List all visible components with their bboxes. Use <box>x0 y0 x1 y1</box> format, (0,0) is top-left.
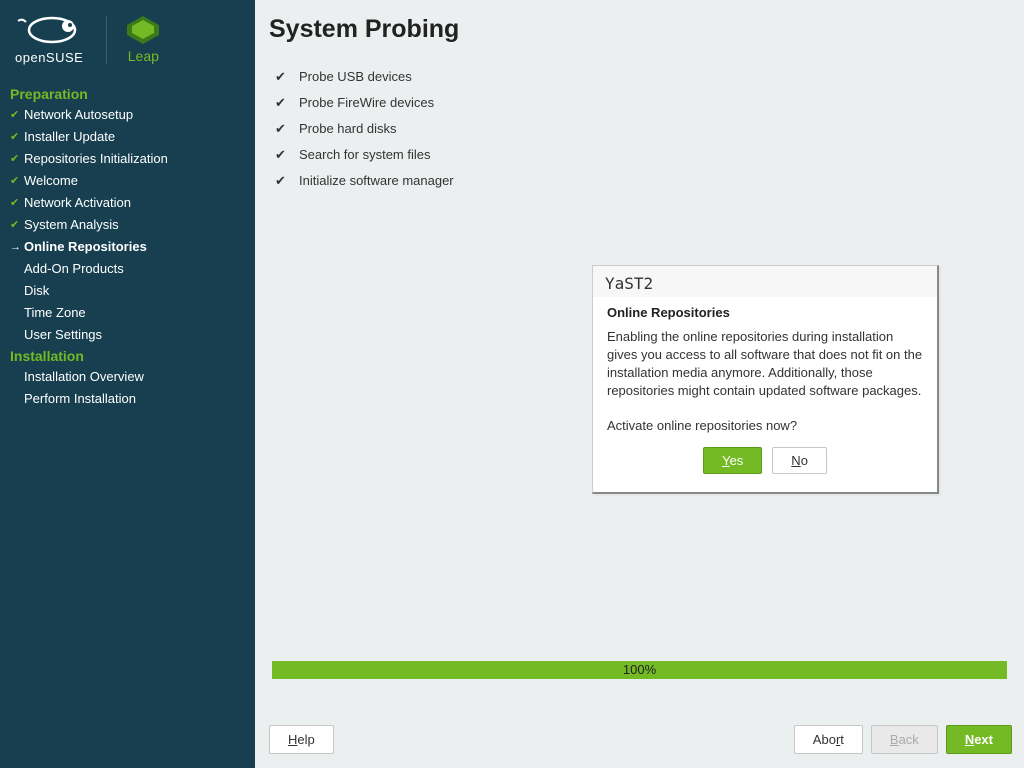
nav-section-installation: Installation <box>10 346 245 366</box>
nav: Preparation Network Autosetup Installer … <box>0 80 255 414</box>
leap-logo: Leap <box>106 16 159 64</box>
next-button[interactable]: Next <box>946 725 1012 754</box>
nav-item-disk: Disk <box>10 280 245 302</box>
help-button[interactable]: Help <box>269 725 334 754</box>
dialog-text: Enabling the online repositories during … <box>607 328 923 400</box>
dialog-question: Activate online repositories now? <box>607 418 923 433</box>
probe-label: Initialize software manager <box>299 172 454 190</box>
dialog-window-title: YaST2 <box>593 266 937 297</box>
nav-item-welcome: Welcome <box>10 170 245 192</box>
page-title: System Probing <box>255 0 1024 54</box>
probe-item: ✔ Search for system files <box>269 142 1010 168</box>
nav-section-preparation: Preparation <box>10 84 245 104</box>
probe-label: Probe USB devices <box>299 68 412 86</box>
yes-button[interactable]: Yes <box>703 447 762 474</box>
probe-list: ✔ Probe USB devices ✔ Probe FireWire dev… <box>255 54 1024 204</box>
nav-item-network-activation: Network Activation <box>10 192 245 214</box>
nav-item-user-settings: User Settings <box>10 324 245 346</box>
abort-button[interactable]: Abort <box>794 725 863 754</box>
nav-item-network-autosetup: Network Autosetup <box>10 104 245 126</box>
dialog-body: Online Repositories Enabling the online … <box>593 297 937 433</box>
nav-item-time-zone: Time Zone <box>10 302 245 324</box>
logo-area: openSUSE Leap <box>0 0 255 80</box>
leap-label: Leap <box>128 48 159 64</box>
gecko-icon <box>16 16 82 46</box>
opensuse-label: openSUSE <box>15 50 83 65</box>
sidebar: openSUSE Leap Preparation Network Autose… <box>0 0 255 768</box>
check-icon: ✔ <box>269 146 299 164</box>
progress-bar: 100% <box>272 661 1007 679</box>
probe-item: ✔ Probe USB devices <box>269 64 1010 90</box>
probe-item: ✔ Probe hard disks <box>269 116 1010 142</box>
probe-item: ✔ Probe FireWire devices <box>269 90 1010 116</box>
bottom-bar: Help Abort Back Next <box>269 725 1012 754</box>
nav-item-online-repositories: Online Repositories <box>10 236 245 258</box>
main: System Probing ✔ Probe USB devices ✔ Pro… <box>255 0 1024 768</box>
no-button[interactable]: No <box>772 447 827 474</box>
opensuse-logo: openSUSE <box>15 16 83 65</box>
probe-label: Probe FireWire devices <box>299 94 434 112</box>
nav-item-system-analysis: System Analysis <box>10 214 245 236</box>
dialog-heading: Online Repositories <box>607 305 923 320</box>
nav-item-addon-products: Add-On Products <box>10 258 245 280</box>
nav-item-perform-installation: Perform Installation <box>10 388 245 410</box>
nav-item-installation-overview: Installation Overview <box>10 366 245 388</box>
probe-item: ✔ Initialize software manager <box>269 168 1010 194</box>
progress-area: 100% <box>272 661 1007 679</box>
probe-label: Probe hard disks <box>299 120 397 138</box>
nav-item-repos-init: Repositories Initialization <box>10 148 245 170</box>
check-icon: ✔ <box>269 68 299 86</box>
check-icon: ✔ <box>269 94 299 112</box>
leap-icon <box>127 16 159 44</box>
probe-label: Search for system files <box>299 146 431 164</box>
dialog-online-repositories: YaST2 Online Repositories Enabling the o… <box>592 265 939 494</box>
check-icon: ✔ <box>269 172 299 190</box>
nav-item-installer-update: Installer Update <box>10 126 245 148</box>
check-icon: ✔ <box>269 120 299 138</box>
back-button[interactable]: Back <box>871 725 938 754</box>
dialog-buttons: Yes No <box>593 433 937 492</box>
